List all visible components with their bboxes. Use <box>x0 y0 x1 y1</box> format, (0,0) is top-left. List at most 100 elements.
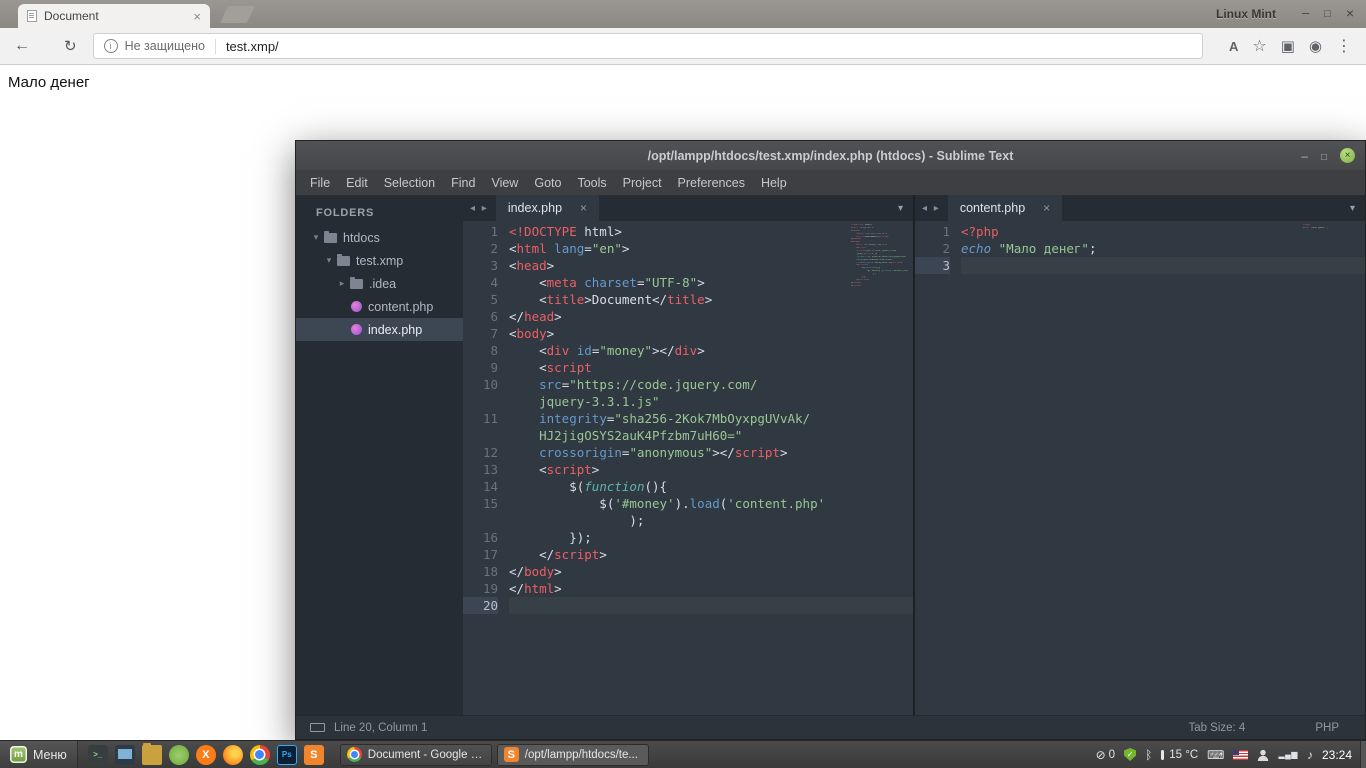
line-number[interactable]: 2 <box>463 240 498 257</box>
code-token[interactable]: script <box>735 445 780 460</box>
code-token[interactable]: function <box>584 479 644 494</box>
menu-goto[interactable]: Goto <box>526 176 569 190</box>
disclosure-icon[interactable] <box>310 232 322 243</box>
code-token[interactable]: head <box>517 258 547 273</box>
code-token[interactable]: ); <box>509 513 644 528</box>
line-number[interactable]: 15 <box>463 495 498 512</box>
xampp-launcher-icon[interactable] <box>195 744 216 765</box>
code-token[interactable]: title <box>547 292 585 307</box>
code-line[interactable]: echo "Мало денег"; <box>961 240 1365 257</box>
code-token[interactable]: > <box>599 547 607 562</box>
code-token[interactable]: "money" <box>599 343 652 358</box>
code-token[interactable]: ; <box>1089 241 1097 256</box>
code-line[interactable]: jquery-3.3.1.js" <box>509 393 913 410</box>
code-token[interactable]: < <box>509 275 547 290</box>
code-token[interactable]: load <box>690 496 720 511</box>
code-token[interactable]: < <box>509 462 547 477</box>
line-number[interactable] <box>463 393 498 410</box>
menu-file[interactable]: File <box>302 176 338 190</box>
code-token[interactable]: < <box>509 326 517 341</box>
line-number[interactable]: 10 <box>463 376 498 393</box>
extension-icon-2[interactable] <box>1309 37 1322 55</box>
minimap[interactable]: <!DOCTYPE html> <html lang="en"> <head> <m… <box>851 224 911 290</box>
code-token[interactable]: <!DOCTYPE <box>509 224 577 239</box>
code-token[interactable]: (){ <box>644 479 667 494</box>
line-number[interactable] <box>463 512 498 529</box>
code-token[interactable]: > <box>554 309 562 324</box>
page-info-icon[interactable] <box>103 39 118 53</box>
code-line[interactable]: ); <box>509 512 913 529</box>
code-token[interactable]: > <box>697 275 705 290</box>
tab-scroll-icons[interactable] <box>915 203 948 214</box>
code-token[interactable] <box>509 411 539 426</box>
line-number[interactable]: 2 <box>915 240 950 257</box>
code-token[interactable]: < <box>509 343 547 358</box>
status-icon[interactable] <box>310 723 325 732</box>
code-token[interactable]: "en" <box>592 241 622 256</box>
code-token[interactable]: > <box>622 241 630 256</box>
code-token[interactable]: html <box>517 241 547 256</box>
tab-size-label[interactable]: Tab Size: 4 <box>1188 722 1245 734</box>
mint-menu-button[interactable]: Меню <box>0 741 78 768</box>
code-token[interactable]: > <box>547 326 555 341</box>
line-number[interactable]: 14 <box>463 478 498 495</box>
software-manager-launcher-icon[interactable] <box>168 744 189 765</box>
minimap[interactable]: <?php echo "Мало денег"; <box>1303 224 1363 233</box>
code-line[interactable] <box>961 257 1365 274</box>
minimize-icon[interactable] <box>1302 5 1309 21</box>
sidebar-item-content-php[interactable]: content.php <box>296 295 463 318</box>
editor-tab-content-php[interactable]: content.php <box>947 195 1063 221</box>
sublime-launcher-icon[interactable] <box>303 744 324 765</box>
terminal-launcher-icon[interactable] <box>87 744 108 765</box>
show-desktop-button[interactable] <box>1360 741 1366 768</box>
code-area[interactable]: 1 2 3 <?php echo "Мало денег"; <?php echo "Мал… <box>915 221 1365 715</box>
code-token[interactable]: > <box>554 564 562 579</box>
code-token[interactable]: </ <box>509 581 524 596</box>
volume-icon[interactable] <box>1307 748 1313 762</box>
code-token[interactable]: div <box>547 343 570 358</box>
sidebar-item-test-xmp[interactable]: test.xmp <box>296 249 463 272</box>
maximize-icon[interactable] <box>1321 149 1327 163</box>
photoshop-launcher-icon[interactable] <box>276 744 297 765</box>
line-number[interactable]: 8 <box>463 342 498 359</box>
code-token[interactable]: "anonymous" <box>629 445 712 460</box>
maximize-icon[interactable] <box>1324 5 1331 21</box>
code-line[interactable]: $(function(){ <box>509 478 913 495</box>
code-line[interactable]: </html> <box>509 580 913 597</box>
code-token[interactable]: script <box>554 547 599 562</box>
code-token[interactable] <box>569 343 577 358</box>
line-number[interactable]: 16 <box>463 529 498 546</box>
syntax-label[interactable]: PHP <box>1315 722 1339 734</box>
code-line[interactable]: </script> <box>509 546 913 563</box>
code-token[interactable]: > <box>547 258 555 273</box>
code-token[interactable]: crossorigin <box>539 445 622 460</box>
firefox-launcher-icon[interactable] <box>222 744 243 765</box>
close-icon[interactable] <box>1346 5 1354 21</box>
bookmark-star-icon[interactable] <box>1252 36 1266 56</box>
line-number[interactable] <box>463 427 498 444</box>
code-line[interactable] <box>509 597 913 614</box>
browser-tab[interactable]: Document <box>18 4 210 28</box>
code-token[interactable]: script <box>547 360 592 375</box>
url-text[interactable]: test.xmp/ <box>226 39 279 54</box>
chrome-launcher-icon[interactable] <box>249 744 270 765</box>
network-icon[interactable] <box>1278 750 1297 759</box>
line-number[interactable]: 3 <box>463 257 498 274</box>
code-line[interactable]: </head> <box>509 308 913 325</box>
line-number[interactable]: 4 <box>463 274 498 291</box>
code-line[interactable]: HJ2jigOSYS2auK4Pfzbm7uH60=" <box>509 427 913 444</box>
tab-close-icon[interactable] <box>580 201 587 215</box>
code-token[interactable]: "UTF-8" <box>645 275 698 290</box>
code-token[interactable]: body <box>517 326 547 341</box>
code-token[interactable]: HJ2jigOSYS2auK4Pfzbm7uH60=" <box>509 428 742 443</box>
new-tab-button[interactable] <box>219 6 256 23</box>
code-token[interactable]: html> <box>577 224 622 239</box>
tab-scroll-icons[interactable] <box>463 203 496 214</box>
code-line[interactable]: crossorigin="anonymous"></script> <box>509 444 913 461</box>
browser-menu-icon[interactable] <box>1336 36 1352 56</box>
code-line[interactable]: src="https://code.jquery.com/ <box>509 376 913 393</box>
code-token[interactable]: meta <box>547 275 577 290</box>
code-token[interactable]: id <box>577 343 592 358</box>
clock[interactable]: 23:24 <box>1322 748 1352 762</box>
line-number[interactable]: 7 <box>463 325 498 342</box>
